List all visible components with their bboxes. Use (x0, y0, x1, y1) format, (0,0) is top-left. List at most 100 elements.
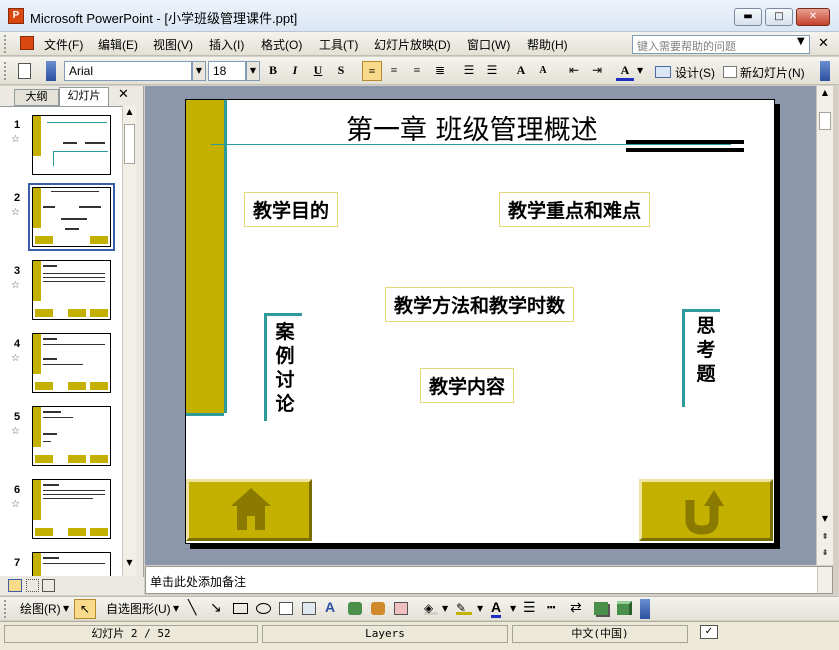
font-dropdown-icon[interactable]: ▼ (192, 61, 206, 81)
menu-grip[interactable] (4, 35, 8, 53)
close-document-icon[interactable]: ✕ (818, 36, 829, 51)
slideshow-icon[interactable] (42, 579, 55, 592)
return-button[interactable] (639, 479, 773, 541)
oval-icon[interactable] (256, 603, 271, 614)
previous-slide-icon[interactable]: ⇞ (819, 532, 831, 544)
underline-button[interactable]: U (309, 61, 327, 81)
arrow-style-icon[interactable]: ⇄ (570, 599, 582, 616)
tab-slides[interactable]: 幻灯片 (59, 87, 109, 106)
minimize-button[interactable]: ▬ (734, 8, 762, 26)
slide-title[interactable]: 第一章 班级管理概述 (346, 108, 598, 147)
menu-window[interactable]: 窗口(W) (467, 36, 510, 53)
line-color-dropdown-icon[interactable]: ▼ (477, 604, 483, 613)
shadow-style-icon[interactable] (594, 602, 608, 615)
new-document-icon[interactable] (18, 63, 31, 79)
autoshapes-dropdown-icon[interactable]: ▼ (173, 604, 179, 613)
vertical-textbox-icon[interactable] (302, 602, 316, 615)
toolbar-overflow-icon[interactable] (640, 599, 650, 619)
select-pointer-icon[interactable]: ↖ (74, 599, 96, 619)
toolbar-options-icon[interactable] (46, 61, 56, 81)
slide-canvas[interactable]: 第一章 班级管理概述 教学目的 教学重点和难点 教学方法和教学时数 教学内容 案… (185, 99, 775, 544)
tab-outline[interactable]: 大纲 (14, 89, 59, 106)
menu-edit[interactable]: 编辑(E) (98, 36, 138, 53)
bold-button[interactable]: B (264, 61, 282, 81)
transition-icon[interactable]: ☆ (11, 134, 20, 145)
spelling-check-icon[interactable]: ✓ (700, 625, 718, 639)
slide-thumbnail-2[interactable] (32, 187, 111, 247)
design-template-name[interactable]: Layers (262, 625, 508, 643)
bullets-icon[interactable]: ☰ (483, 61, 501, 81)
shadow-button[interactable]: S (332, 61, 350, 81)
scroll-up-icon[interactable]: ▲ (124, 107, 135, 121)
align-right-icon[interactable]: ≡ (408, 61, 426, 81)
scroll-up-icon[interactable]: ▲ (819, 88, 831, 102)
font-color-icon[interactable]: A (491, 599, 502, 618)
design-icon[interactable] (655, 66, 671, 78)
italic-button[interactable]: I (286, 61, 304, 81)
align-center-icon[interactable]: ≡ (385, 61, 403, 81)
transition-icon[interactable]: ☆ (11, 207, 20, 218)
dash-style-icon[interactable]: ┅ (547, 599, 555, 616)
new-slide-icon[interactable] (723, 66, 737, 78)
font-color-dropdown-icon[interactable]: ▼ (637, 66, 643, 75)
align-left-icon[interactable]: ≡ (362, 61, 382, 81)
fill-dropdown-icon[interactable]: ▼ (442, 604, 448, 613)
menu-help[interactable]: 帮助(H) (527, 36, 568, 53)
scroll-down-icon[interactable]: ▼ (124, 558, 135, 572)
scroll-thumb[interactable] (819, 112, 831, 130)
maximize-button[interactable]: □ (765, 8, 793, 26)
language-indicator[interactable]: 中文(中国) (512, 625, 688, 643)
transition-icon[interactable]: ☆ (11, 280, 20, 291)
decrease-indent-icon[interactable]: ⇤ (565, 61, 583, 81)
normal-view-icon[interactable] (8, 579, 22, 592)
slide-thumbnail-3[interactable] (32, 260, 111, 320)
home-button[interactable] (186, 479, 312, 541)
wordart-icon[interactable]: A (325, 599, 335, 615)
powerpoint-app-icon[interactable]: P (8, 8, 24, 24)
rectangle-icon[interactable] (233, 603, 248, 614)
draw-dropdown-icon[interactable]: ▼ (63, 604, 69, 613)
questions-text[interactable]: 思 考 题 (694, 314, 718, 386)
autoshapes-button[interactable]: 自选图形(U) (106, 600, 171, 617)
slide-thumbnail-5[interactable] (32, 406, 111, 466)
slide-thumbnail-1[interactable] (32, 115, 111, 175)
notes-scrollbar[interactable] (817, 567, 832, 593)
toolbar-grip[interactable] (4, 600, 8, 618)
panel-close-icon[interactable]: ✕ (118, 87, 129, 102)
font-color-icon[interactable]: A (616, 61, 634, 81)
case-discussion-text[interactable]: 案 例 讨 论 (273, 320, 297, 416)
design-button[interactable]: 设计(S) (675, 64, 715, 81)
scroll-thumb[interactable] (124, 124, 135, 164)
diagram-icon[interactable] (348, 602, 362, 615)
transition-icon[interactable]: ☆ (11, 353, 20, 364)
box-teaching-content[interactable]: 教学内容 (420, 368, 515, 403)
font-color-dropdown-icon[interactable]: ▼ (510, 604, 516, 613)
menu-tools[interactable]: 工具(T) (319, 36, 358, 53)
new-slide-button[interactable]: 新幻灯片(N) (740, 64, 805, 81)
increase-indent-icon[interactable]: ⇥ (588, 61, 606, 81)
arrow-icon[interactable]: ↘ (210, 599, 222, 616)
menu-insert[interactable]: 插入(I) (209, 36, 244, 53)
fill-color-icon[interactable]: ◈ (424, 601, 438, 615)
slide-thumbnail-4[interactable] (32, 333, 111, 393)
thumbnail-scrollbar[interactable]: ▲ ▼ (122, 106, 136, 576)
3d-style-icon[interactable] (617, 601, 632, 615)
line-color-icon[interactable]: ✎ (456, 601, 472, 615)
slide-thumbnail-6[interactable] (32, 479, 111, 539)
menu-file[interactable]: 文件(F) (44, 36, 83, 53)
picture-icon[interactable] (394, 602, 408, 615)
toolbar-grip[interactable] (4, 62, 8, 80)
notes-placeholder[interactable]: 单击此处添加备注 (150, 573, 246, 590)
box-teaching-purpose[interactable]: 教学目的 (244, 192, 339, 227)
slide-scrollbar[interactable]: ▲ ▼ ⇞ ⇟ (816, 86, 833, 565)
next-slide-icon[interactable]: ⇟ (819, 548, 831, 560)
menu-view[interactable]: 视图(V) (153, 36, 193, 53)
document-icon[interactable] (20, 36, 34, 50)
box-methods-hours[interactable]: 教学方法和教学时数 (385, 287, 575, 322)
transition-icon[interactable]: ☆ (11, 499, 20, 510)
line-style-icon[interactable]: ☰ (523, 599, 536, 616)
close-button[interactable]: ✕ (796, 8, 830, 26)
draw-menu-button[interactable]: 绘图(R) (20, 600, 61, 617)
scroll-down-icon[interactable]: ▼ (819, 514, 831, 528)
font-size-select[interactable]: 18 (208, 61, 246, 81)
